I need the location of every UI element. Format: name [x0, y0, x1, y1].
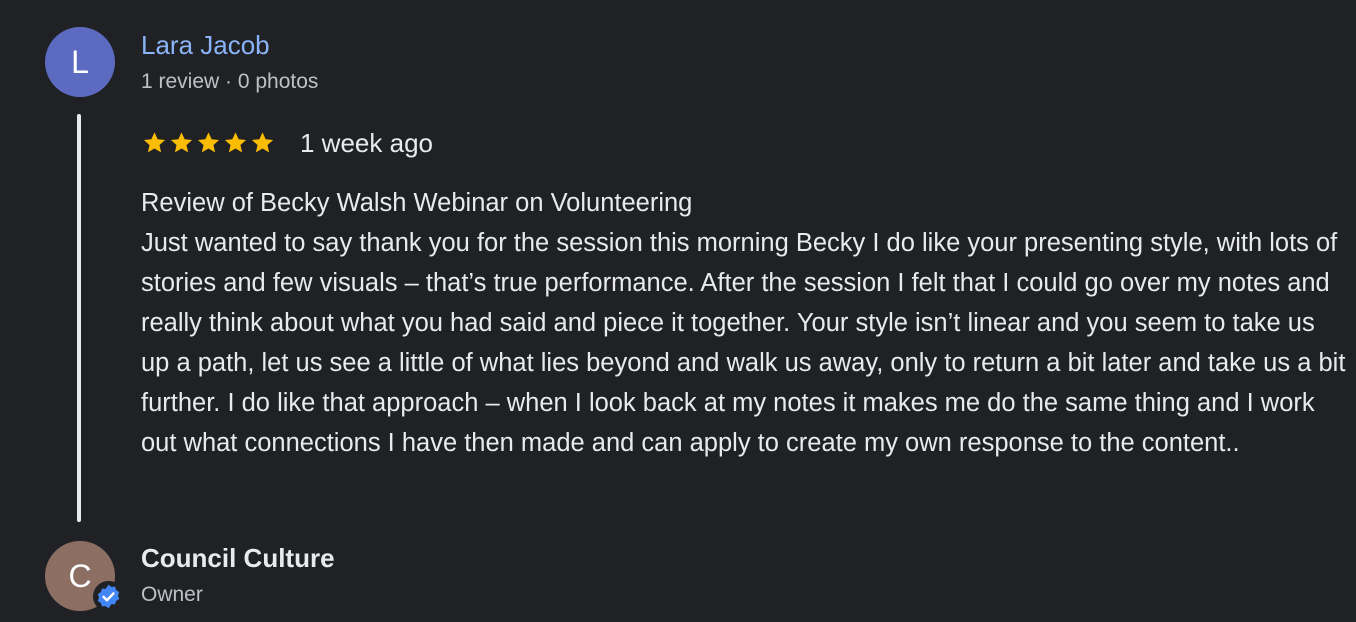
- star-icon: [222, 130, 249, 156]
- star-icon: [195, 130, 222, 156]
- reviewer-avatar-initial: L: [71, 43, 89, 80]
- owner-name: Council Culture: [141, 543, 335, 573]
- review-text: Review of Becky Walsh Webinar on Volunte…: [141, 189, 1346, 457]
- star-icon: [249, 130, 276, 156]
- review-date: 1 week ago: [300, 128, 433, 158]
- owner-role: Owner: [141, 583, 203, 606]
- reviewer-name-link[interactable]: Lara Jacob: [141, 29, 270, 61]
- owner-avatar-initial: C: [68, 557, 92, 594]
- star-icon: [168, 130, 195, 156]
- star-icon: [141, 130, 168, 156]
- review-panel: L Lara Jacob 1 review · 0 photos 1 week …: [0, 0, 1356, 622]
- rating-row: 1 week ago: [141, 125, 433, 161]
- reviewer-meta: 1 review · 0 photos: [141, 70, 319, 93]
- reviewer-avatar[interactable]: L: [45, 27, 115, 97]
- star-rating: [141, 130, 276, 156]
- thread-divider: [77, 114, 81, 522]
- verified-check-icon: [93, 581, 124, 612]
